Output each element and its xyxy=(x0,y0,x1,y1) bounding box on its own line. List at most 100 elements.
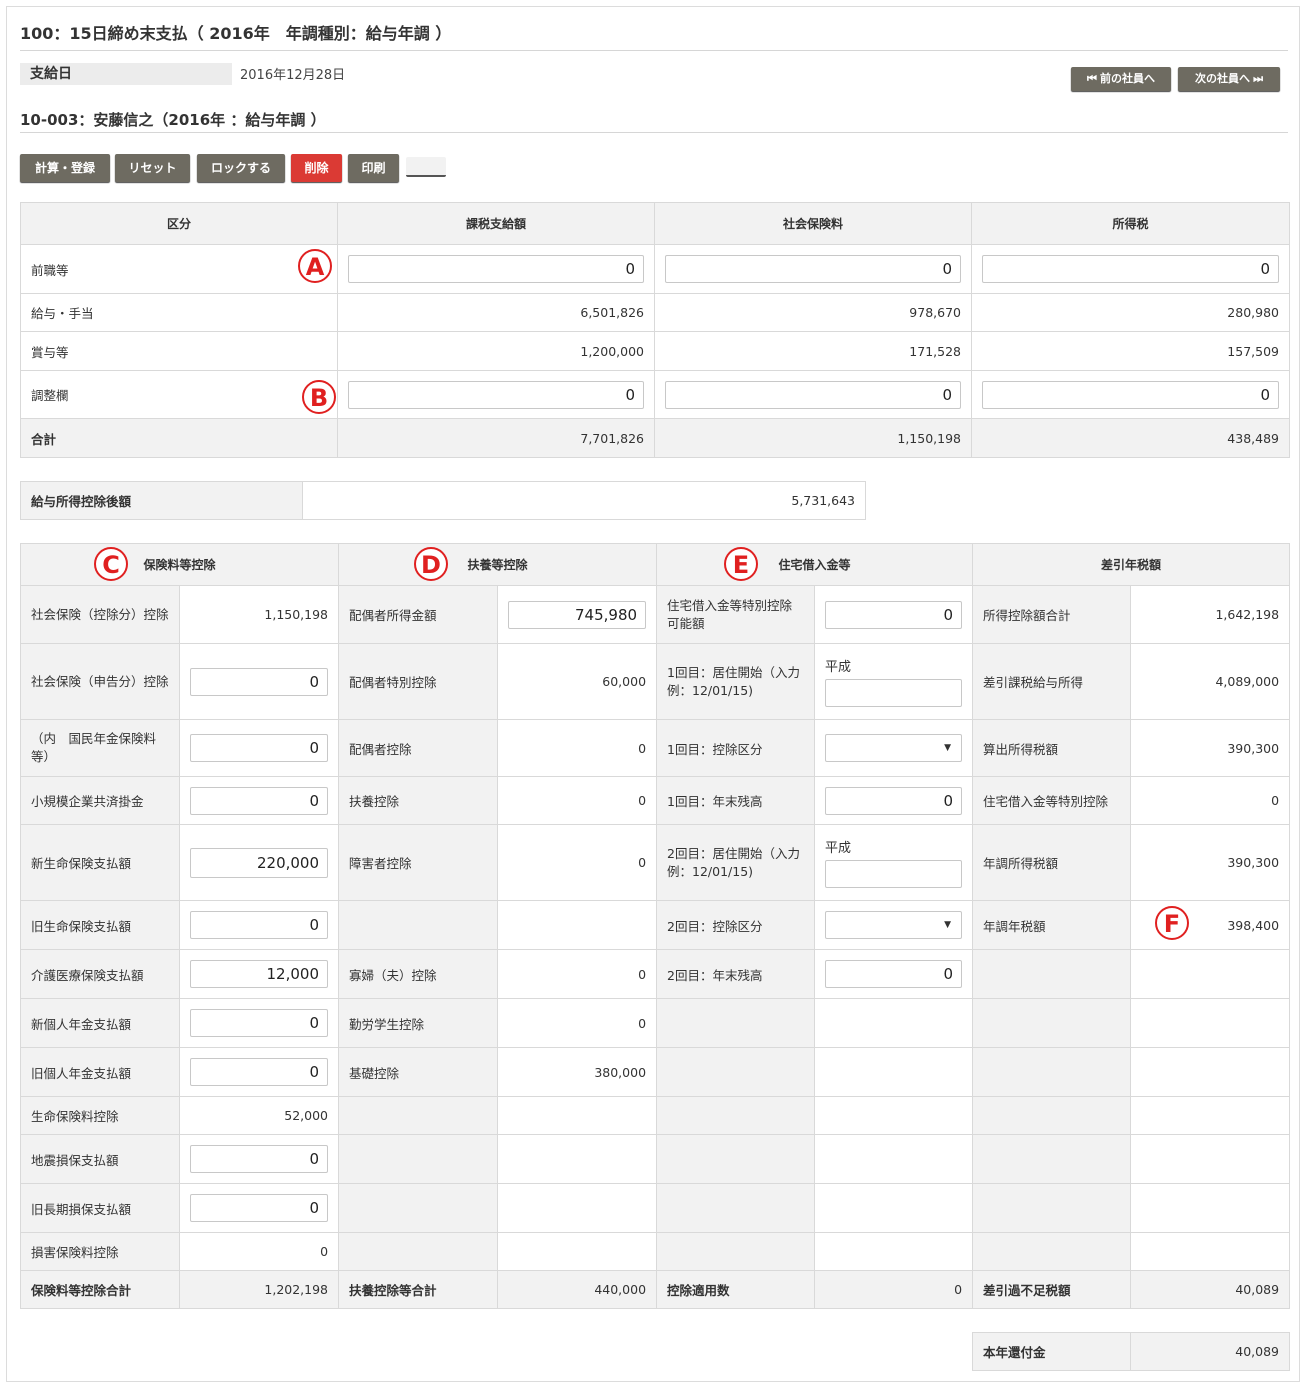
empty-cell xyxy=(972,1047,1132,1097)
deduction-category-1-select[interactable]: ▼ xyxy=(825,734,963,762)
value-cell: 0 xyxy=(497,998,658,1048)
empty-cell xyxy=(338,900,499,950)
value-cell: 7,701,826 xyxy=(337,418,655,458)
residence-start-2-input[interactable] xyxy=(825,860,963,888)
year-end-balance-2-input[interactable] xyxy=(825,960,963,988)
row-label: 差引過不足税額 xyxy=(972,1270,1132,1309)
residence-start-1-input[interactable] xyxy=(825,679,963,707)
cell xyxy=(178,1183,340,1233)
detail-table: 保険料等控除 扶養等控除 住宅借入金等 差引年税額 社会保険（控除分）控除 1,… xyxy=(19,543,1291,1309)
print-button[interactable]: 印刷 xyxy=(348,154,399,182)
empty-cell xyxy=(814,1047,974,1097)
empty-cell xyxy=(338,1096,499,1135)
empty-cell xyxy=(497,1232,658,1271)
row-label: 賞与等 xyxy=(20,331,338,371)
year-end-balance-1-input[interactable] xyxy=(825,786,963,815)
value-cell: 280,980 xyxy=(971,293,1290,332)
refund-value: 40,089 xyxy=(1130,1332,1290,1371)
value-cell: 171,528 xyxy=(654,331,972,371)
spouse-income-input[interactable] xyxy=(508,600,647,629)
row-label: （内 国民年金保険料等） xyxy=(20,719,180,777)
divider xyxy=(20,50,1288,51)
cell xyxy=(971,370,1290,419)
refund-table: 本年還付金 40,089 xyxy=(972,1332,1290,1371)
cell xyxy=(178,719,340,777)
prev-job-social-input[interactable] xyxy=(665,255,961,283)
adjust-social-input[interactable] xyxy=(665,380,961,409)
housing-loan-possible-input[interactable] xyxy=(825,600,963,629)
new-life-insurance-input[interactable] xyxy=(190,847,329,878)
after-deduction-value: 5,731,643 xyxy=(302,481,866,520)
social-declared-input[interactable] xyxy=(190,667,329,696)
prev-job-tax-input[interactable] xyxy=(982,255,1279,283)
adjust-taxable-input[interactable] xyxy=(348,380,644,409)
row-label: 新生命保険支払額 xyxy=(20,824,180,901)
next-employee-button[interactable]: 次の社員へ ⏭ xyxy=(1178,67,1280,91)
new-private-pension-input[interactable] xyxy=(190,1009,329,1037)
value-cell: 40,089 xyxy=(1130,1270,1291,1309)
table-row: 新個人年金支払額 勤労学生控除 0 xyxy=(20,998,1291,1048)
adjust-tax-input[interactable] xyxy=(982,380,1279,409)
old-private-pension-input[interactable] xyxy=(190,1058,329,1086)
row-label: 住宅借入金等特別控除 xyxy=(972,776,1132,825)
empty-cell xyxy=(972,1183,1132,1233)
after-deduction-label: 給与所得控除後額 xyxy=(20,481,303,520)
reset-button[interactable]: リセット xyxy=(115,154,190,182)
table-row: 調整欄 xyxy=(20,370,1290,419)
table-row: 生命保険料控除 52,000 xyxy=(20,1096,1291,1135)
row-label: 合計 xyxy=(20,418,338,458)
row-label: 2回目：年末残高 xyxy=(656,949,816,999)
value-cell: 1,150,198 xyxy=(654,418,972,458)
row-label: 地震損保支払額 xyxy=(20,1134,180,1184)
row-label: 勤労学生控除 xyxy=(338,998,499,1048)
cell xyxy=(178,1134,340,1184)
cell xyxy=(178,643,340,720)
national-pension-input[interactable] xyxy=(190,734,329,762)
value-cell: 60,000 xyxy=(497,643,658,720)
row-label: 保険料等控除合計 xyxy=(20,1270,180,1309)
cell xyxy=(178,900,340,950)
old-longterm-insurance-input[interactable] xyxy=(190,1194,329,1222)
old-life-insurance-input[interactable] xyxy=(190,911,329,939)
deduction-category-2-select[interactable]: ▼ xyxy=(825,911,963,939)
empty-cell xyxy=(1130,1096,1291,1135)
row-label: 扶養控除等合計 xyxy=(338,1270,499,1309)
delete-button[interactable]: 削除 xyxy=(291,154,342,182)
pay-date-label: 支給日 xyxy=(20,63,232,85)
marker-c: C xyxy=(94,547,128,581)
row-label: 1回目：年末残高 xyxy=(656,776,816,825)
extra-button[interactable] xyxy=(406,157,446,177)
header-housing-loan: 住宅借入金等 xyxy=(656,543,974,586)
header-taxable-pay: 課税支給額 xyxy=(337,202,655,245)
prev-employee-button[interactable]: ⏮ 前の社員へ xyxy=(1071,67,1171,91)
total-row: 保険料等控除合計 1,202,198 扶養控除等合計 440,000 控除適用数… xyxy=(20,1270,1291,1309)
lock-button[interactable]: ロックする xyxy=(197,154,285,182)
cell xyxy=(814,776,974,825)
row-label: 生命保険料控除 xyxy=(20,1096,180,1135)
era-label: 平成 xyxy=(825,841,852,856)
page-title: 100：15日締め末支払（ 2016年 年調種別：給与年調 ） xyxy=(20,24,452,43)
table-row: 新生命保険支払額 障害者控除 0 2回目：居住開始（入力例：12/01/15) … xyxy=(20,824,1291,901)
row-label: 1回目：控除区分 xyxy=(656,719,816,777)
care-medical-insurance-input[interactable] xyxy=(190,960,329,988)
table-row: 前職等 xyxy=(20,244,1290,294)
empty-cell xyxy=(656,1232,816,1271)
header-kubun: 区分 xyxy=(20,202,338,245)
prev-job-taxable-input[interactable] xyxy=(348,255,644,283)
refund-label: 本年還付金 xyxy=(972,1332,1131,1371)
small-business-input[interactable] xyxy=(190,786,329,815)
row-label: 障害者控除 xyxy=(338,824,499,901)
row-label: 介護医療保険支払額 xyxy=(20,949,180,999)
earthquake-insurance-input[interactable] xyxy=(190,1145,329,1173)
table-row: 社会保険（控除分）控除 1,150,198 配偶者所得金額 住宅借入金等特別控除… xyxy=(20,585,1291,644)
row-label: 社会保険（申告分）控除 xyxy=(20,643,180,720)
row-label: 控除適用数 xyxy=(656,1270,816,1309)
row-label: 社会保険（控除分）控除 xyxy=(20,585,180,644)
calc-register-button[interactable]: 計算・登録 xyxy=(20,154,110,182)
value-cell: 0 xyxy=(178,1232,340,1271)
header-income-tax: 所得税 xyxy=(971,202,1290,245)
empty-cell xyxy=(497,1134,658,1184)
empty-cell xyxy=(338,1134,499,1184)
value-cell: 0 xyxy=(497,949,658,999)
empty-cell xyxy=(1130,1232,1291,1271)
